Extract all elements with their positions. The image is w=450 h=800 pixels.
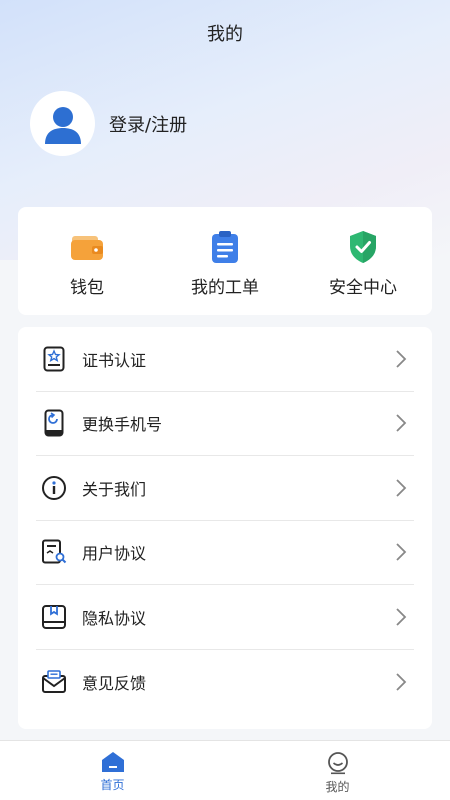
wallet-icon bbox=[71, 236, 103, 260]
menu-item-certificate[interactable]: 证书认证 bbox=[36, 327, 414, 392]
quick-action-label: 安全中心 bbox=[329, 278, 397, 298]
tab-label: 首页 bbox=[100, 778, 125, 792]
tab-label: 我的 bbox=[325, 780, 350, 794]
document-search-icon bbox=[42, 539, 67, 564]
quick-action-security-center[interactable]: 安全中心 bbox=[294, 207, 432, 315]
bookmark-book-icon bbox=[42, 604, 66, 629]
menu-item-about-us[interactable]: 关于我们 bbox=[36, 456, 414, 521]
menu-item-label: 用户协议 bbox=[82, 544, 147, 564]
tab-mine[interactable]: 我的 bbox=[225, 741, 450, 800]
menu-item-user-agreement[interactable]: 用户协议 bbox=[36, 521, 414, 585]
shield-check-icon bbox=[350, 231, 376, 263]
chevron-right-icon bbox=[396, 608, 407, 626]
quick-action-wallet[interactable]: 钱包 bbox=[18, 207, 156, 315]
avatar[interactable] bbox=[30, 91, 95, 156]
tab-home[interactable]: 首页 bbox=[0, 741, 225, 800]
page-title: 我的 bbox=[207, 24, 243, 45]
login-register-link[interactable]: 登录/注册 bbox=[109, 111, 187, 137]
chevron-right-icon bbox=[396, 350, 407, 368]
mail-icon bbox=[42, 669, 66, 693]
quick-action-label: 钱包 bbox=[70, 278, 104, 298]
menu-item-privacy-agreement[interactable]: 隐私协议 bbox=[36, 585, 414, 650]
user-avatar-icon bbox=[44, 106, 81, 144]
menu-item-label: 隐私协议 bbox=[82, 608, 147, 628]
bottom-tab-bar: 首页 我的 bbox=[0, 740, 450, 800]
quick-action-my-tickets[interactable]: 我的工单 bbox=[156, 207, 294, 315]
quick-action-label: 我的工单 bbox=[191, 278, 259, 298]
menu-item-change-phone[interactable]: 更换手机号 bbox=[36, 392, 414, 456]
smiley-icon bbox=[327, 752, 348, 775]
home-icon bbox=[101, 752, 124, 772]
profile-section[interactable]: 登录/注册 bbox=[30, 91, 187, 156]
chevron-right-icon bbox=[396, 543, 407, 561]
clipboard-icon bbox=[212, 231, 238, 263]
phone-change-icon bbox=[44, 409, 64, 437]
menu-item-label: 意见反馈 bbox=[82, 673, 147, 693]
chevron-right-icon bbox=[396, 414, 407, 432]
chevron-right-icon bbox=[396, 673, 407, 691]
info-icon bbox=[42, 475, 66, 500]
quick-actions-card: 钱包 我的工单 安全中心 bbox=[18, 207, 432, 315]
settings-menu: 证书认证 更换手机号 关于我们 用户协议 隐私协议 意见反馈 bbox=[18, 327, 432, 729]
menu-item-feedback[interactable]: 意见反馈 bbox=[36, 650, 414, 715]
certificate-icon bbox=[43, 346, 65, 372]
chevron-right-icon bbox=[396, 479, 407, 497]
menu-item-label: 关于我们 bbox=[82, 479, 147, 499]
menu-item-label: 更换手机号 bbox=[82, 415, 163, 435]
menu-item-label: 证书认证 bbox=[82, 350, 147, 370]
